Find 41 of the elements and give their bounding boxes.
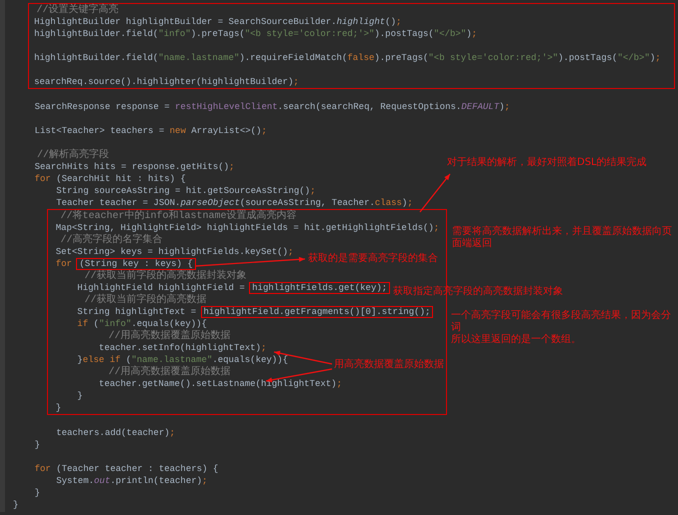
code-line: } [54,402,62,414]
code-line: //获取当前字段的高亮数据 [84,294,207,306]
code-line: SearchResponse response = restHighLevelClient.search(searchReq, RequestOptions.DEFAULT); [34,101,510,113]
code-line: teacher.setInfo(highlightText); [98,342,266,354]
code-line: HighlightBuilder highlightBuilder = SearchSourceBuilder.highlight(); [33,16,402,28]
code-line: //将teacher中的info和lastname设置成高亮内容 [60,210,297,222]
annotation-text: 对于结果的解析，最好对照着DSL的结果完成 [447,157,647,169]
code-line: teachers.add(teacher); [55,427,176,439]
code-line: String highlightText = highlightField.getFragments()[0].string(); [12,306,432,318]
code-line: //解析高亮字段 [36,149,110,161]
code-line: }else if ("name.lastname".equals(key)){ [76,354,288,366]
code-line: //用高亮数据覆盖原始数据 [108,366,231,378]
code-line: for (SearchHit hit : hits) { [34,173,186,185]
annotation-text: 一个高亮字段可能会有很多段高亮结果，因为会分词 所以这里返回的是一个数组。 [451,310,672,346]
code-line: for (String key : keys) { [12,258,195,270]
code-line: searchReq.source().highlighter(highlightBuilder); [33,76,299,88]
code-line: for (Teacher teacher : teachers) { [34,463,218,475]
code-line: } [34,439,40,451]
code-line: if ("info".equals(key)){ [76,318,207,330]
code-line: } [34,487,40,499]
arrow [420,174,450,212]
code-line: //设置关键字高亮 [36,4,119,16]
code-line: SearchHits hits = response.getHits(); [34,161,234,173]
code-line: Set<String> keys = highlightFields.keySet(); [54,246,294,258]
code-line: Map<String, HighlightField> highlightFields = hit.getHighlightFields(); [54,222,440,234]
code-line: highlightBuilder.field("info").preTags("<b style='color:red;'>").postTags("</b>"); [33,28,478,40]
code-line: List<Teacher> teachers = new ArrayList<>(); [34,125,267,137]
code-line: teacher.getName().setLastname(highlightText); [98,378,342,390]
code-line: //获取当前字段的高亮数据封装对象 [84,270,247,282]
code-line: highlightBuilder.field("name.lastname").requireFieldMatch(false).preTags("<b style='color:red;'>").postTags("</b>"); [33,52,661,64]
annotation-text: 需要将高亮数据解析出来，并且覆盖原始数据向页面端返回 [452,226,673,250]
annotation-text: 获取的是需要高亮字段的集合 [308,253,438,265]
code-line: System.out.println(teacher); [55,475,208,487]
annotation-text: 用高亮数据覆盖原始数据 [334,359,444,371]
code-line: String sourceAsString = hit.getSourceAsString(); [55,185,316,197]
code-line: Teacher teacher = JSON.parseObject(sourceAsString, Teacher.class); [55,197,413,209]
code-line: HighlightField highlightField = highlightFields.get(key); [12,282,390,294]
code-line: //用高亮数据覆盖原始数据 [108,330,231,342]
code-line: } [76,390,83,402]
code-line: } [13,499,18,511]
code-line: //高亮字段的名字集合 [60,234,163,246]
